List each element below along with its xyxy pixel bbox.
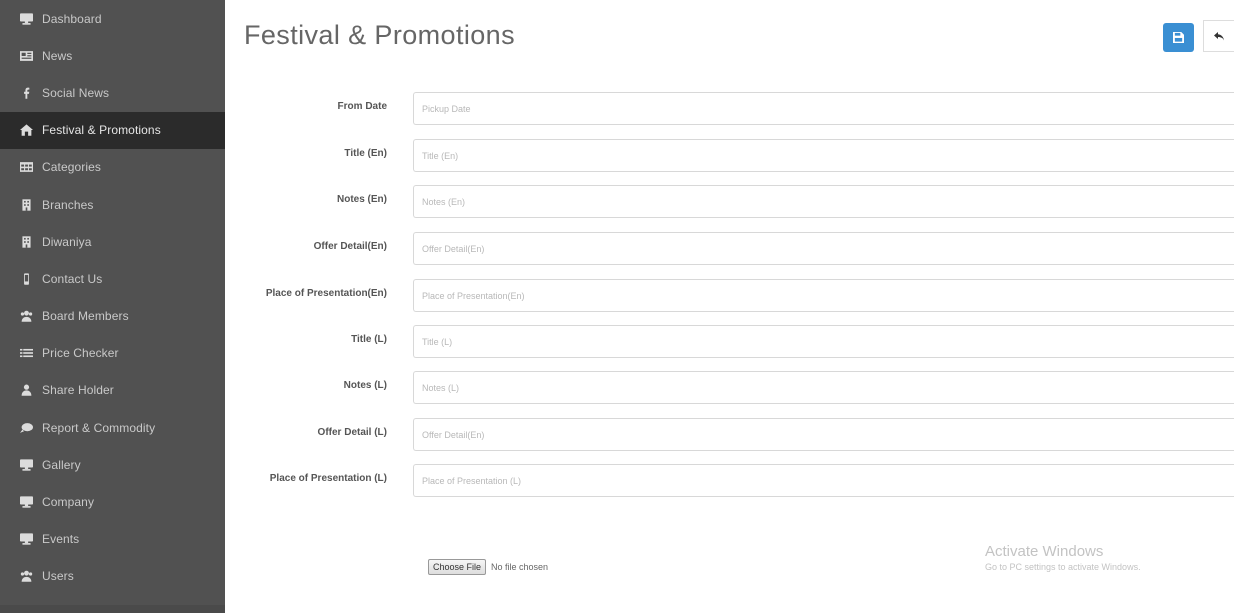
activate-windows-watermark: Activate Windows Go to PC settings to ac… <box>985 543 1141 572</box>
form-row-offer-detail-en: Offer Detail(En) <box>228 232 1234 266</box>
sidebar-item-branches[interactable]: Branches <box>0 186 225 223</box>
sidebar-item-label: Social News <box>42 85 110 100</box>
sidebar-item-gallery[interactable]: Gallery <box>0 446 225 483</box>
facebook-icon <box>18 86 34 100</box>
form-row-title-en: Title (En) <box>228 139 1234 173</box>
title-l-label: Title (L) <box>351 334 387 345</box>
sidebar-item-news[interactable]: News <box>0 37 225 74</box>
watermark-title: Activate Windows <box>985 543 1104 560</box>
place-presentation-l-input[interactable] <box>413 464 1234 497</box>
sidebar-item-events[interactable]: Events <box>0 521 225 558</box>
offer-detail-en-label: Offer Detail(En) <box>313 241 387 252</box>
notes-en-input[interactable] <box>413 185 1234 218</box>
sidebar-item-company[interactable]: Company <box>0 483 225 520</box>
from-date-label: From Date <box>337 101 387 112</box>
sidebar-footer <box>0 605 225 613</box>
sidebar-item-label: Contact Us <box>42 271 103 286</box>
notes-en-label: Notes (En) <box>337 194 387 205</box>
notes-l-label: Notes (L) <box>343 380 387 391</box>
sidebar-item-label: Share Holder <box>42 383 114 398</box>
sidebar-item-label: Dashboard <box>42 11 102 26</box>
sidebar-item-label: Gallery <box>42 457 81 472</box>
place-presentation-en-label: Place of Presentation(En) <box>265 288 387 299</box>
back-button[interactable] <box>1203 20 1234 52</box>
form-row-notes-en: Notes (En) <box>228 185 1234 219</box>
form-row-place-presentation-en: Place of Presentation(En) <box>228 279 1234 313</box>
sidebar-item-users[interactable]: Users <box>0 558 225 595</box>
title-l-input[interactable] <box>413 325 1234 358</box>
form-row-place-presentation-l: Place of Presentation (L) <box>228 464 1234 498</box>
sidebar-item-dashboard[interactable]: Dashboard <box>0 0 225 37</box>
sidebar-item-label: Branches <box>42 197 94 212</box>
building-icon <box>18 235 34 249</box>
sidebar-item-board-members[interactable]: Board Members <box>0 298 225 335</box>
comment-icon <box>18 421 34 435</box>
file-upload: Choose File No file chosen <box>428 559 548 575</box>
sidebar-item-diwaniya[interactable]: Diwaniya <box>0 223 225 260</box>
sidebar-item-label: Report & Commodity <box>42 420 156 435</box>
sidebar-item-label: Users <box>42 569 74 584</box>
sidebar-item-categories[interactable]: Categories <box>0 149 225 186</box>
sidebar-item-label: Festival & Promotions <box>42 123 161 138</box>
reply-icon <box>1214 31 1224 41</box>
offer-detail-en-input[interactable] <box>413 232 1234 265</box>
title-en-label: Title (En) <box>344 148 387 159</box>
sidebar-item-label: Diwaniya <box>42 234 92 249</box>
user-icon <box>18 383 34 397</box>
sidebar-item-social-news[interactable]: Social News <box>0 74 225 111</box>
sidebar-item-contact-us[interactable]: Contact Us <box>0 260 225 297</box>
place-presentation-l-label: Place of Presentation (L) <box>269 473 387 484</box>
sidebar-item-label: Events <box>42 532 80 547</box>
offer-detail-l-input[interactable] <box>413 418 1234 451</box>
users-icon <box>18 569 34 583</box>
page-title: Festival & Promotions <box>244 20 515 50</box>
save-button[interactable] <box>1163 23 1194 52</box>
newspaper-icon <box>18 49 34 63</box>
mobile-icon <box>18 272 34 286</box>
sidebar-item-label: Company <box>42 495 95 510</box>
sidebar-item-label: Board Members <box>42 309 129 324</box>
file-status: No file chosen <box>491 562 549 572</box>
monitor-icon <box>18 12 34 26</box>
sidebar-item-price-checker[interactable]: Price Checker <box>0 335 225 372</box>
place-presentation-en-input[interactable] <box>413 279 1234 312</box>
choose-file-button[interactable]: Choose File <box>428 559 487 575</box>
offer-detail-l-label: Offer Detail (L) <box>317 427 387 438</box>
watermark-subtitle: Go to PC settings to activate Windows. <box>985 562 1141 572</box>
form-row-title-l: Title (L) <box>228 325 1234 359</box>
form-row-notes-l: Notes (L) <box>228 371 1234 405</box>
sidebar-item-label: Price Checker <box>42 346 119 361</box>
monitor-icon <box>18 532 34 546</box>
notes-l-input[interactable] <box>413 371 1234 404</box>
list-icon <box>18 346 34 360</box>
sidebar: Dashboard News Social News Festival & Pr… <box>0 0 225 613</box>
building-icon <box>18 198 34 212</box>
save-icon <box>1173 32 1184 43</box>
monitor-icon <box>18 495 34 509</box>
monitor-icon <box>18 458 34 472</box>
form-row-offer-detail-l: Offer Detail (L) <box>228 418 1234 452</box>
users-icon <box>18 309 34 323</box>
title-en-input[interactable] <box>413 139 1234 172</box>
sidebar-item-label: Categories <box>42 160 102 175</box>
sidebar-item-report-commodity[interactable]: Report & Commodity <box>0 409 225 446</box>
form-row-from-date: From Date <box>228 92 1234 126</box>
sidebar-item-share-holder[interactable]: Share Holder <box>0 372 225 409</box>
table-icon <box>18 160 34 174</box>
sidebar-item-label: News <box>42 48 73 63</box>
sidebar-item-festival-promotions[interactable]: Festival & Promotions <box>0 111 225 149</box>
from-date-input[interactable] <box>413 92 1234 125</box>
home-icon <box>18 123 34 137</box>
